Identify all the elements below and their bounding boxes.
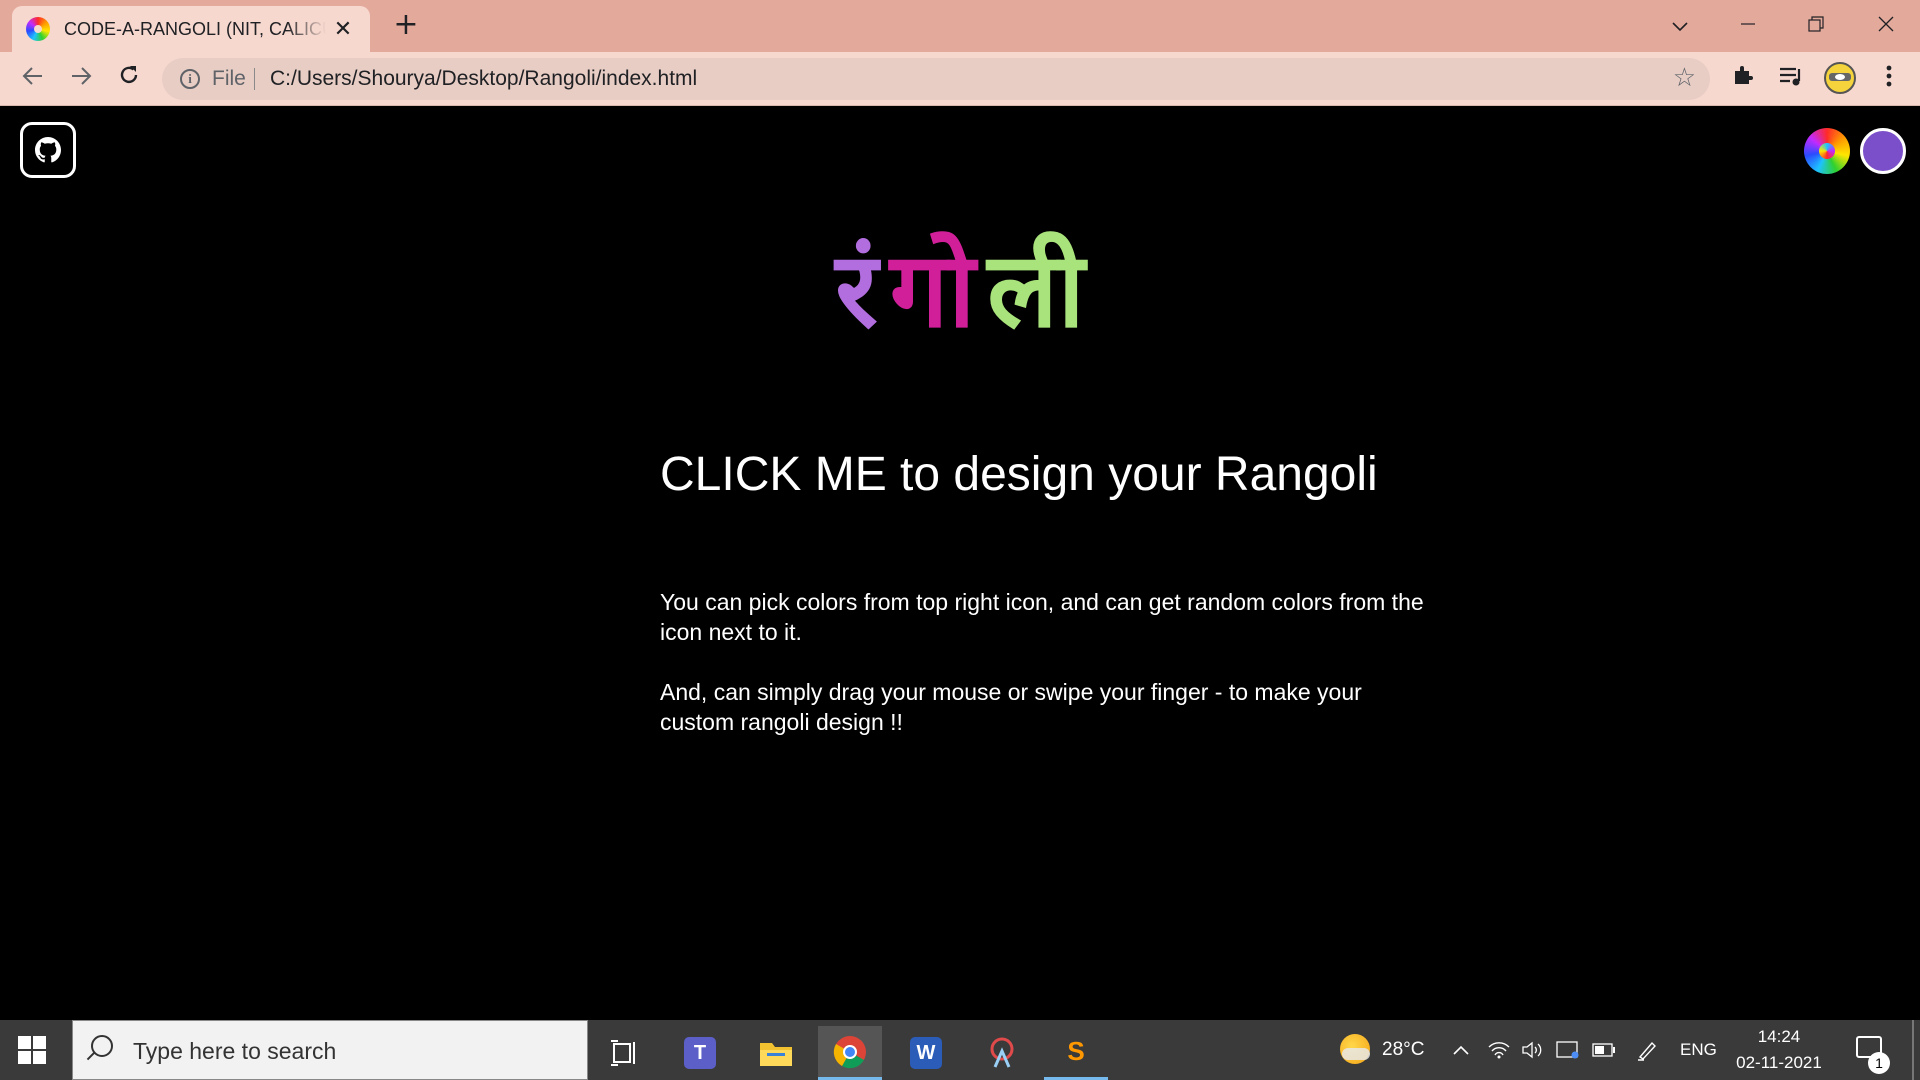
back-icon[interactable]	[16, 62, 50, 96]
clock-date: 02-11-2021	[1736, 1053, 1822, 1072]
media-queue-icon[interactable]	[1774, 62, 1808, 96]
meet-now-icon[interactable]	[1556, 1020, 1580, 1080]
github-link-button[interactable]	[20, 122, 76, 178]
title-part-1: रं	[835, 229, 878, 351]
design-rangoli-button[interactable]: CLICK ME to design your Rangoli	[660, 447, 1378, 502]
close-window-button[interactable]	[1866, 10, 1906, 42]
wifi-icon[interactable]	[1488, 1020, 1510, 1080]
browser-menu-icon[interactable]	[1872, 62, 1906, 96]
snipping-tool-icon[interactable]	[970, 1026, 1034, 1080]
sublime-text-icon[interactable]: S	[1044, 1026, 1108, 1080]
color-picker-button[interactable]	[1804, 128, 1850, 174]
browser-toolbar: i File C:/Users/Shourya/Desktop/Rangoli/…	[0, 52, 1920, 106]
windows-start-icon[interactable]	[18, 1036, 46, 1064]
instructions-draw-text: And, can simply drag your mouse or swipe…	[660, 679, 1362, 735]
teams-app-icon[interactable]: T	[668, 1026, 732, 1080]
volume-icon[interactable]	[1522, 1020, 1544, 1080]
tab-title: CODE-A-RANGOLI (NIT, CALICUT)	[64, 18, 326, 39]
address-bar[interactable]: i File C:/Users/Shourya/Desktop/Rangoli/…	[162, 58, 1710, 100]
input-language[interactable]: ENG	[1680, 1020, 1717, 1080]
title-part-3: ली	[987, 229, 1085, 351]
new-tab-button[interactable]: +	[390, 10, 422, 42]
address-divider	[254, 68, 255, 90]
rangoli-favicon-icon	[26, 17, 50, 41]
random-color-button[interactable]	[1860, 128, 1906, 174]
instructions-color-text: You can pick colors from top right icon,…	[660, 589, 1424, 645]
notification-count-badge: 1	[1868, 1052, 1890, 1074]
forward-icon[interactable]	[64, 62, 98, 96]
clock-time: 14:24	[1757, 1027, 1801, 1046]
github-icon	[35, 137, 61, 163]
page-title: रं गो ली	[0, 225, 1920, 355]
windows-taskbar: Type here to search T W S 28°C ENG 14:24	[0, 1020, 1920, 1080]
restore-button[interactable]	[1796, 10, 1836, 42]
show-desktop-button[interactable]	[1912, 1020, 1914, 1080]
taskbar-clock[interactable]: 14:24 02-11-2021	[1734, 1024, 1824, 1076]
weather-icon[interactable]	[1340, 1034, 1370, 1064]
reload-icon[interactable]	[112, 62, 146, 96]
weather-temperature[interactable]: 28°C	[1382, 1020, 1424, 1080]
minimize-button[interactable]	[1728, 10, 1768, 42]
tab-search-chevron-icon[interactable]	[1660, 10, 1700, 42]
search-placeholder: Type here to search	[133, 1038, 337, 1064]
address-scheme: File	[212, 67, 246, 90]
bookmark-star-icon[interactable]: ☆	[1673, 63, 1696, 93]
task-view-icon[interactable]	[592, 1026, 656, 1080]
file-explorer-icon[interactable]	[744, 1026, 808, 1080]
word-app-icon[interactable]: W	[894, 1026, 958, 1080]
tab-strip: CODE-A-RANGOLI (NIT, CALICUT) ✕ +	[0, 0, 1920, 52]
tab-close-icon[interactable]: ✕	[332, 17, 354, 42]
browser-tab[interactable]: CODE-A-RANGOLI (NIT, CALICUT) ✕	[12, 6, 370, 52]
search-icon	[91, 1035, 113, 1057]
site-info-icon[interactable]: i	[180, 69, 200, 89]
taskbar-search-input[interactable]: Type here to search	[72, 1020, 588, 1080]
title-part-2: गो	[889, 229, 976, 351]
rangoli-canvas[interactable]: रं गो ली CLICK ME to design your Rangoli Y…	[0, 107, 1920, 1020]
profile-avatar[interactable]	[1824, 62, 1856, 94]
pen-workspace-icon[interactable]	[1636, 1020, 1658, 1080]
tray-expand-chevron-icon[interactable]	[1452, 1020, 1470, 1080]
extensions-puzzle-icon[interactable]	[1726, 62, 1760, 96]
battery-icon[interactable]	[1592, 1020, 1616, 1080]
url-text[interactable]: C:/Users/Shourya/Desktop/Rangoli/index.h…	[270, 67, 697, 91]
chrome-app-icon[interactable]	[818, 1026, 882, 1080]
